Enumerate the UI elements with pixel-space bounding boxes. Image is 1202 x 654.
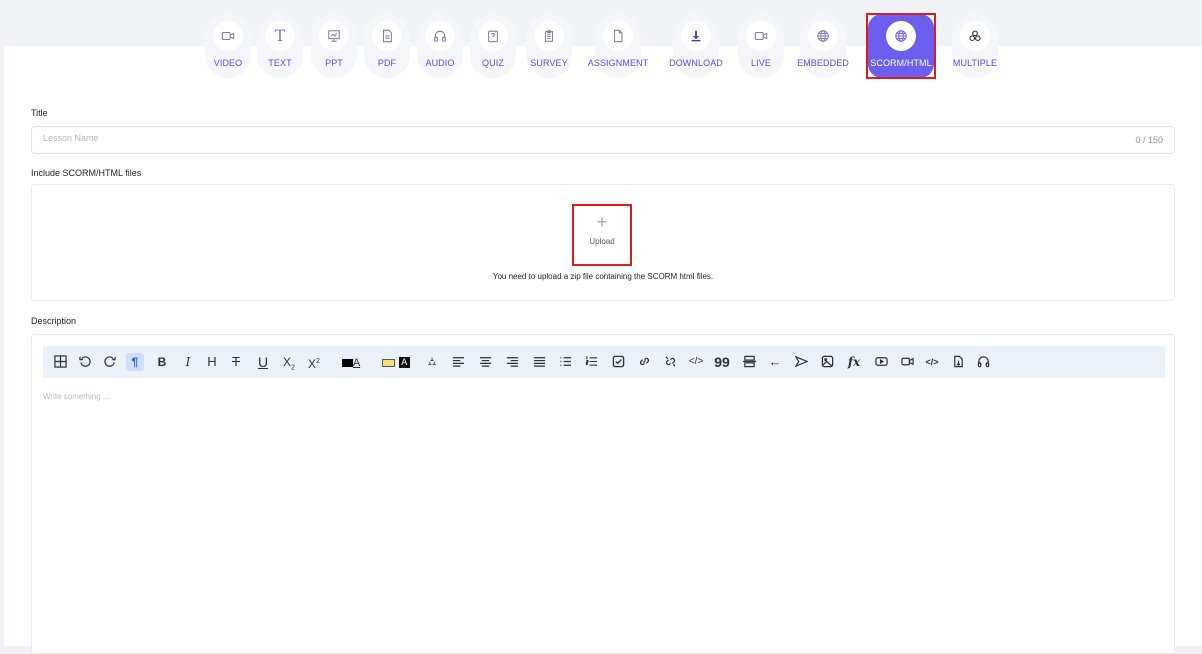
- file-icon[interactable]: [949, 353, 967, 371]
- character-counter: 0 / 150: [1135, 135, 1163, 145]
- selection-highlight-scorm: [866, 13, 936, 79]
- unlink-icon[interactable]: [661, 353, 679, 371]
- type-survey[interactable]: SURVEY: [519, 14, 579, 80]
- headphones-icon: [425, 21, 455, 51]
- title-field[interactable]: 0 / 150: [31, 126, 1175, 154]
- type-live[interactable]: LIVE: [731, 14, 791, 80]
- editor-toolbar: ¶ B I H T U X2 X2 A A ⛼ </> 99 ← fx </>: [43, 346, 1165, 378]
- title-label: Title: [31, 108, 48, 118]
- presentation-icon: [319, 21, 349, 51]
- redo-icon[interactable]: [100, 353, 118, 371]
- code-icon[interactable]: </>: [687, 353, 705, 371]
- upload-highlight: [572, 204, 632, 266]
- align-center-icon[interactable]: [476, 353, 494, 371]
- lesson-name-input[interactable]: [43, 133, 1093, 143]
- description-label: Description: [31, 316, 77, 326]
- type-download[interactable]: DOWNLOAD: [666, 14, 726, 80]
- description-editor[interactable]: ¶ B I H T U X2 X2 A A ⛼ </> 99 ← fx </> …: [31, 334, 1175, 654]
- strikethrough-icon[interactable]: T: [227, 353, 245, 371]
- send-icon[interactable]: [792, 353, 810, 371]
- ordered-list-icon[interactable]: [582, 353, 600, 371]
- multiple-icon: [960, 21, 990, 51]
- superscript-icon[interactable]: X2: [305, 353, 323, 371]
- video-icon[interactable]: [898, 353, 916, 371]
- heading-icon[interactable]: H: [203, 353, 221, 371]
- hard-break-icon[interactable]: ←: [766, 353, 784, 371]
- text-color-icon[interactable]: A: [339, 353, 363, 371]
- type-video[interactable]: VIDEO: [198, 14, 258, 80]
- video-icon: [213, 21, 243, 51]
- bold-icon[interactable]: B: [153, 353, 171, 371]
- align-left-icon[interactable]: [449, 353, 467, 371]
- live-video-icon: [746, 21, 776, 51]
- align-right-icon[interactable]: [503, 353, 521, 371]
- type-quiz[interactable]: QUIZ: [463, 14, 523, 80]
- type-audio[interactable]: AUDIO: [410, 14, 470, 80]
- type-pdf[interactable]: PDF: [357, 14, 417, 80]
- type-assignment[interactable]: ASSIGNMENT: [588, 14, 648, 80]
- undo-icon[interactable]: [76, 353, 94, 371]
- type-multiple[interactable]: MULTIPLE: [945, 14, 1005, 80]
- text-icon: T: [265, 21, 295, 51]
- survey-icon: [534, 21, 564, 51]
- file-icon: [603, 21, 633, 51]
- scorm-files-label: Include SCORM/HTML files: [31, 168, 142, 178]
- table-icon[interactable]: [51, 353, 69, 371]
- upload-hint: You need to upload a zip file containing…: [492, 272, 714, 281]
- paragraph-icon[interactable]: ¶: [126, 353, 144, 371]
- type-embedded[interactable]: EMBEDDED: [793, 14, 853, 80]
- description-placeholder: Write something ...: [43, 392, 110, 401]
- align-justify-icon[interactable]: [530, 353, 548, 371]
- quiz-icon: [478, 21, 508, 51]
- clear-format-icon[interactable]: ⛼: [423, 353, 441, 371]
- embed-code-icon[interactable]: </>: [923, 353, 941, 371]
- subscript-icon[interactable]: X2: [280, 353, 298, 371]
- blockquote-icon[interactable]: 99: [713, 353, 731, 371]
- formula-icon[interactable]: fx: [845, 353, 863, 371]
- highlight-color-icon[interactable]: A: [380, 353, 412, 371]
- type-ppt[interactable]: PPT: [304, 14, 364, 80]
- type-text[interactable]: T TEXT: [250, 14, 310, 80]
- task-list-icon[interactable]: [609, 353, 627, 371]
- horizontal-rule-icon[interactable]: [740, 353, 758, 371]
- globe-icon: [808, 21, 838, 51]
- italic-icon[interactable]: I: [179, 353, 197, 371]
- youtube-icon[interactable]: [872, 353, 890, 371]
- download-icon: [681, 21, 711, 51]
- underline-icon[interactable]: U: [254, 353, 272, 371]
- document-icon: [372, 21, 402, 51]
- bullet-list-icon[interactable]: [556, 353, 574, 371]
- image-icon[interactable]: [818, 353, 836, 371]
- audio-icon[interactable]: [974, 353, 992, 371]
- link-icon[interactable]: [635, 353, 653, 371]
